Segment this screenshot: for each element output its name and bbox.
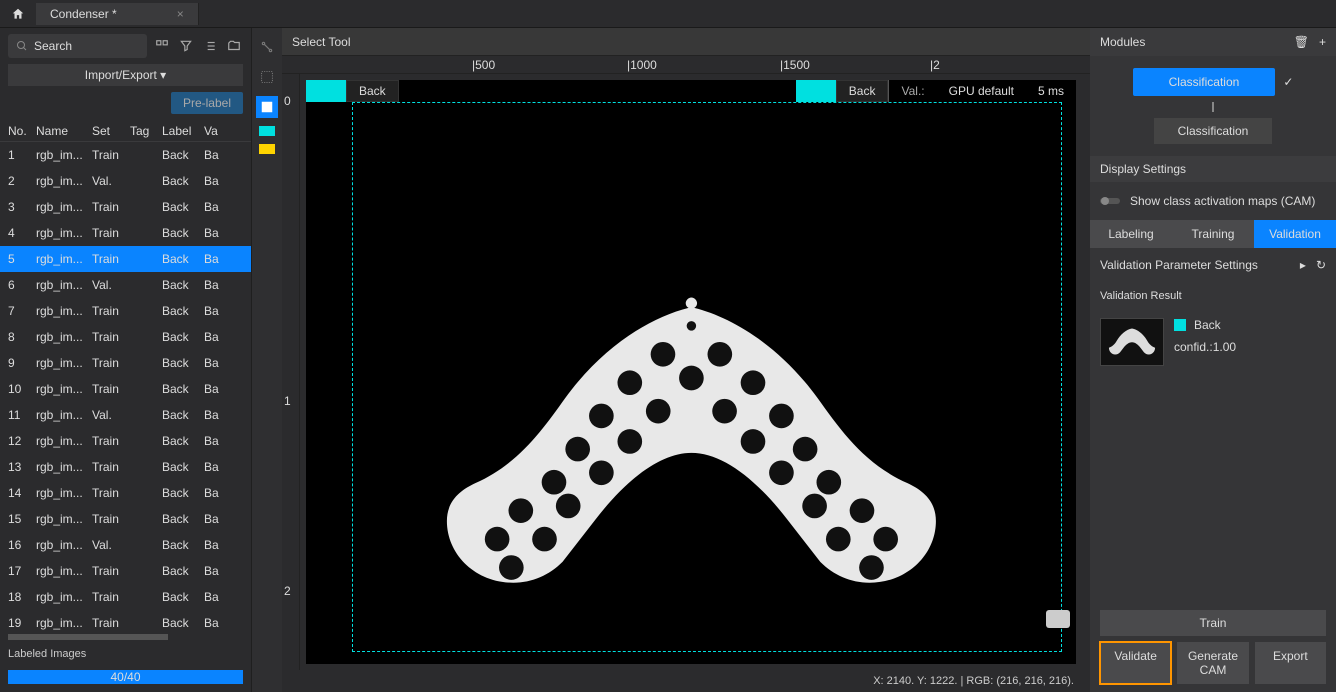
col-tag[interactable]: Tag <box>130 124 162 138</box>
status-bar: X: 2140. Y: 1222. | RGB: (216, 216, 216)… <box>282 670 1090 692</box>
validation-label: Val.: <box>888 80 936 102</box>
image-viewport[interactable]: Back Back Val.: GPU default 5 ms <box>306 80 1076 664</box>
cam-toggle[interactable]: Show class activation maps (CAM) <box>1090 182 1336 220</box>
col-set[interactable]: Set <box>92 124 130 138</box>
document-tab[interactable]: Condenser * × <box>36 3 199 25</box>
prelabel-button[interactable]: Pre-label <box>171 92 243 114</box>
mode-tabs: Labeling Training Validation <box>1090 220 1336 248</box>
classification-subnode[interactable]: Classification <box>1154 118 1273 144</box>
search-input[interactable]: Search <box>8 34 147 58</box>
time-label: 5 ms <box>1026 84 1076 98</box>
titlebar: Condenser * × <box>0 0 1336 28</box>
overlay-swatch-right <box>796 80 836 102</box>
table-row[interactable]: 14rgb_im...TrainBackBa <box>0 480 251 506</box>
table-row[interactable]: 9rgb_im...TrainBackBa <box>0 350 251 376</box>
left-panel: Search Import/Export ▾ Pre-label No. Nam… <box>0 28 252 692</box>
labeled-images-label: Labeled Images <box>0 642 251 666</box>
select-tool-label: Select Tool <box>282 28 1090 56</box>
table-row[interactable]: 19rgb_im...TrainBackBa <box>0 610 251 632</box>
table-header: No. Name Set Tag Label Va <box>0 120 251 142</box>
gpu-label: GPU default <box>937 84 1026 98</box>
result-row: Back confid.:1.00 <box>1090 310 1336 374</box>
tab-training[interactable]: Training <box>1172 220 1254 248</box>
table-row[interactable]: 5rgb_im...TrainBackBa <box>0 246 251 272</box>
check-icon: ✓ <box>1283 75 1293 89</box>
generate-cam-button[interactable]: Generate CAM <box>1177 642 1248 684</box>
ruler-vertical: 0 1 2 <box>282 74 300 670</box>
table-row[interactable]: 17rgb_im...TrainBackBa <box>0 558 251 584</box>
display-settings-header: Display Settings <box>1090 156 1336 182</box>
delete-icon[interactable]: 🗑 <box>1294 35 1309 49</box>
overlay-bar: Back Back Val.: GPU default 5 ms <box>306 80 1076 102</box>
table-row[interactable]: 6rgb_im...Val.BackBa <box>0 272 251 298</box>
pipeline: Classification ✓ Classification <box>1090 56 1336 156</box>
overlay-swatch-left <box>306 80 346 102</box>
table-row[interactable]: 15rgb_im...TrainBackBa <box>0 506 251 532</box>
train-button[interactable]: Train <box>1100 610 1326 636</box>
toolstrip <box>252 28 282 692</box>
table-row[interactable]: 8rgb_im...TrainBackBa <box>0 324 251 350</box>
add-icon[interactable]: + <box>1319 35 1326 49</box>
col-name[interactable]: Name <box>36 124 92 138</box>
part-image <box>445 279 938 600</box>
list-icon[interactable] <box>201 37 219 55</box>
validation-result-header: Validation Result <box>1090 282 1336 310</box>
validation-params-row[interactable]: Validation Parameter Settings ▸ ↻ <box>1090 248 1336 282</box>
tab-validation[interactable]: Validation <box>1254 220 1336 248</box>
validate-button[interactable]: Validate <box>1100 642 1171 684</box>
expand-icon[interactable]: ▸ <box>1300 258 1306 272</box>
tab-title: Condenser * <box>50 7 117 21</box>
import-export-button[interactable]: Import/Export ▾ <box>8 64 243 86</box>
swatch-yellow[interactable] <box>259 144 275 154</box>
table-row[interactable]: 11rgb_im...Val.BackBa <box>0 402 251 428</box>
table-row[interactable]: 16rgb_im...Val.BackBa <box>0 532 251 558</box>
table-row[interactable]: 4rgb_im...TrainBackBa <box>0 220 251 246</box>
connector <box>1212 102 1214 112</box>
horizontal-scrollbar[interactable] <box>8 632 243 642</box>
active-tool[interactable] <box>256 96 278 118</box>
export-button[interactable]: Export <box>1255 642 1326 684</box>
reset-icon[interactable]: ↻ <box>1316 258 1326 272</box>
search-placeholder: Search <box>34 39 72 53</box>
col-label[interactable]: Label <box>162 124 204 138</box>
close-icon[interactable]: × <box>177 7 184 21</box>
table-row[interactable]: 13rgb_im...TrainBackBa <box>0 454 251 480</box>
overlay-label-left: Back <box>346 80 399 102</box>
col-val[interactable]: Va <box>204 124 228 138</box>
ruler-horizontal: |500 |1000 |1500 |2 <box>282 56 1090 74</box>
table-body[interactable]: 1rgb_im...TrainBackBa2rgb_im...Val.BackB… <box>0 142 251 632</box>
keyboard-icon[interactable] <box>1046 610 1070 628</box>
canvas-area: Select Tool |500 |1000 |1500 |2 0 1 2 Ba… <box>282 28 1090 692</box>
swatch-cyan[interactable] <box>259 126 275 136</box>
col-no[interactable]: No. <box>8 124 36 138</box>
table-row[interactable]: 1rgb_im...TrainBackBa <box>0 142 251 168</box>
table-row[interactable]: 2rgb_im...Val.BackBa <box>0 168 251 194</box>
result-class: Back <box>1194 318 1221 332</box>
folder-icon[interactable] <box>225 37 243 55</box>
classification-node[interactable]: Classification <box>1133 68 1276 96</box>
connector-tool[interactable] <box>256 36 278 58</box>
tab-labeling[interactable]: Labeling <box>1090 220 1172 248</box>
home-button[interactable] <box>0 7 36 21</box>
overlay-label-right: Back <box>836 80 889 102</box>
picker-icon[interactable] <box>153 37 171 55</box>
marquee-tool[interactable] <box>256 66 278 88</box>
table-row[interactable]: 7rgb_im...TrainBackBa <box>0 298 251 324</box>
table-row[interactable]: 3rgb_im...TrainBackBa <box>0 194 251 220</box>
right-panel: Modules 🗑 + Classification ✓ Classificat… <box>1090 28 1336 692</box>
result-thumbnail[interactable] <box>1100 318 1164 366</box>
progress-bar: 40/40 <box>8 670 243 684</box>
modules-header: Modules 🗑 + <box>1090 28 1336 56</box>
table-row[interactable]: 18rgb_im...TrainBackBa <box>0 584 251 610</box>
result-confidence: confid.:1.00 <box>1174 340 1236 354</box>
result-swatch <box>1174 319 1186 331</box>
filter-icon[interactable] <box>177 37 195 55</box>
table-row[interactable]: 12rgb_im...TrainBackBa <box>0 428 251 454</box>
table-row[interactable]: 10rgb_im...TrainBackBa <box>0 376 251 402</box>
